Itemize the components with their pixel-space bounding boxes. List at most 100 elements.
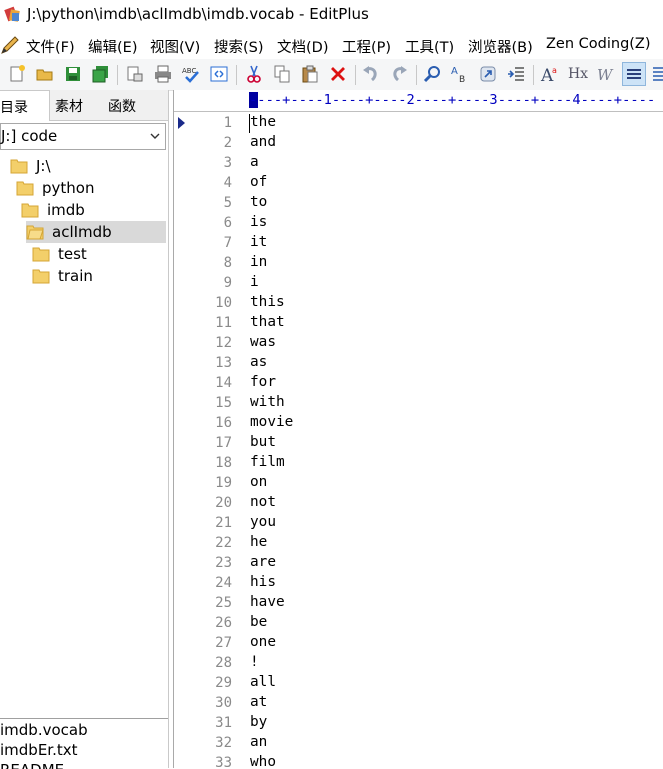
spell-check-button[interactable]: ABC <box>180 63 202 85</box>
editor-line[interactable]: 20 not <box>174 494 663 514</box>
save-button[interactable] <box>62 63 84 85</box>
file-list-item[interactable]: imdbEr.txt <box>0 741 78 759</box>
hex-view-button[interactable]: Hx <box>567 63 589 85</box>
menu-search[interactable]: 搜索(S) <box>214 36 264 57</box>
editor-line[interactable]: 26 be <box>174 614 663 634</box>
editor-line[interactable]: 15 with <box>174 394 663 414</box>
editor-line[interactable]: 10 this <box>174 294 663 314</box>
word-wrap-icon: W <box>597 66 614 84</box>
line-number: 31 <box>215 715 232 731</box>
menu-browser[interactable]: 浏览器(B) <box>468 36 533 57</box>
delete-button[interactable] <box>327 63 349 85</box>
editor-line[interactable]: 6 is <box>174 214 663 234</box>
tree-node-drive[interactable]: J:\ <box>10 155 51 177</box>
line-number: 10 <box>215 295 232 311</box>
word-wrap-button[interactable]: W <box>595 63 617 85</box>
svg-text:ABC: ABC <box>182 67 196 75</box>
indent-button[interactable] <box>505 63 527 85</box>
file-list-item[interactable]: imdb.vocab <box>0 721 88 739</box>
column-select-button[interactable] <box>648 63 663 85</box>
new-file-icon <box>10 65 25 82</box>
menu-file[interactable]: 文件(F) <box>26 36 75 57</box>
editor-line[interactable]: 17 but <box>174 434 663 454</box>
menu-edit[interactable]: 编辑(E) <box>88 36 137 57</box>
paste-button[interactable] <box>299 63 321 85</box>
line-number: 20 <box>215 495 232 511</box>
editor-line[interactable]: 5 to <box>174 194 663 214</box>
editor-line[interactable]: 2 and <box>174 134 663 154</box>
editor-line[interactable]: 24 his <box>174 574 663 594</box>
editor-pane[interactable]: ----+----1----+----2----+----3----+----4… <box>173 90 663 768</box>
menu-document[interactable]: 文档(D) <box>277 36 328 57</box>
cut-button[interactable] <box>243 63 265 85</box>
editor-line[interactable]: 7 it <box>174 234 663 254</box>
editor-line[interactable]: 12 was <box>174 334 663 354</box>
line-number: 22 <box>215 535 232 551</box>
editor-line[interactable]: 4 of <box>174 174 663 194</box>
editor-line[interactable]: 30 at <box>174 694 663 714</box>
open-file-button[interactable] <box>34 63 56 85</box>
tab-functions[interactable]: 函数 <box>108 96 136 116</box>
editor-line[interactable]: 19 on <box>174 474 663 494</box>
editor-line[interactable]: 1 the <box>174 114 663 134</box>
editor-line[interactable]: 16 movie <box>174 414 663 434</box>
save-all-button[interactable] <box>90 63 112 85</box>
editor-line[interactable]: 3a <box>174 154 663 174</box>
find-button[interactable] <box>421 63 443 85</box>
goto-button[interactable] <box>477 63 499 85</box>
copy-button[interactable] <box>271 63 293 85</box>
editor-line[interactable]: 18 film <box>174 454 663 474</box>
line-text: you <box>250 514 276 530</box>
replace-button[interactable]: AB <box>449 63 471 85</box>
line-text: at <box>250 694 268 710</box>
folder-icon <box>21 203 39 218</box>
tree-node-train[interactable]: train <box>32 265 93 287</box>
new-file-button[interactable] <box>6 63 28 85</box>
editor-line[interactable]: 32 an <box>174 734 663 754</box>
tree-node-aclimdb[interactable]: aclImdb <box>26 221 166 243</box>
line-text: film <box>250 454 285 470</box>
editor-line[interactable]: 14 for <box>174 374 663 394</box>
editor-line[interactable]: 27 one <box>174 634 663 654</box>
line-text: to <box>250 194 268 210</box>
editor-line[interactable]: 28! <box>174 654 663 674</box>
print-preview-button[interactable] <box>124 63 146 85</box>
line-text: it <box>250 234 268 250</box>
editor-line[interactable]: 23 are <box>174 554 663 574</box>
menu-project[interactable]: 工程(P) <box>342 36 391 57</box>
line-number-toggle-button[interactable] <box>622 62 646 86</box>
editor-line[interactable]: 11 that <box>174 314 663 334</box>
tree-node-imdb[interactable]: imdb <box>21 199 85 221</box>
redo-button[interactable] <box>388 63 410 85</box>
browser-preview-button[interactable] <box>208 63 230 85</box>
search-icon <box>423 66 440 83</box>
open-folder-icon <box>26 225 44 240</box>
editor-line[interactable]: 29 all <box>174 674 663 694</box>
column-ruler: ----+----1----+----2----+----3----+----4… <box>174 90 663 112</box>
drive-select[interactable]: J:] code <box>0 123 166 150</box>
line-number: 25 <box>215 595 232 611</box>
menu-tools[interactable]: 工具(T) <box>405 36 454 57</box>
menu-zen-coding[interactable]: Zen Coding(Z) <box>546 36 651 52</box>
save-icon <box>66 67 80 81</box>
toolbar: ABC AB Aa Hx W <box>0 59 663 91</box>
editor-line[interactable]: 22 he <box>174 534 663 554</box>
editor-line[interactable]: 31 by <box>174 714 663 734</box>
editor-line[interactable]: 25 have <box>174 594 663 614</box>
tab-directory[interactable]: 目录 <box>0 90 50 121</box>
editor-line[interactable]: 13 as <box>174 354 663 374</box>
tree-node-python[interactable]: python <box>16 177 94 199</box>
editor-line[interactable]: 9i <box>174 274 663 294</box>
sidebar-tabs: 目录 素材 函数 <box>0 90 168 121</box>
tab-clips[interactable]: 素材 <box>55 96 83 116</box>
undo-button[interactable] <box>360 63 382 85</box>
menu-view[interactable]: 视图(V) <box>150 36 200 57</box>
editor-line[interactable]: 33 who <box>174 754 663 768</box>
print-button[interactable] <box>152 63 174 85</box>
line-number: 12 <box>215 335 232 351</box>
editor-line[interactable]: 21 you <box>174 514 663 534</box>
line-text: one <box>250 634 276 650</box>
font-button[interactable]: Aa <box>539 63 561 85</box>
editor-line[interactable]: 8 in <box>174 254 663 274</box>
tree-node-test[interactable]: test <box>32 243 87 265</box>
